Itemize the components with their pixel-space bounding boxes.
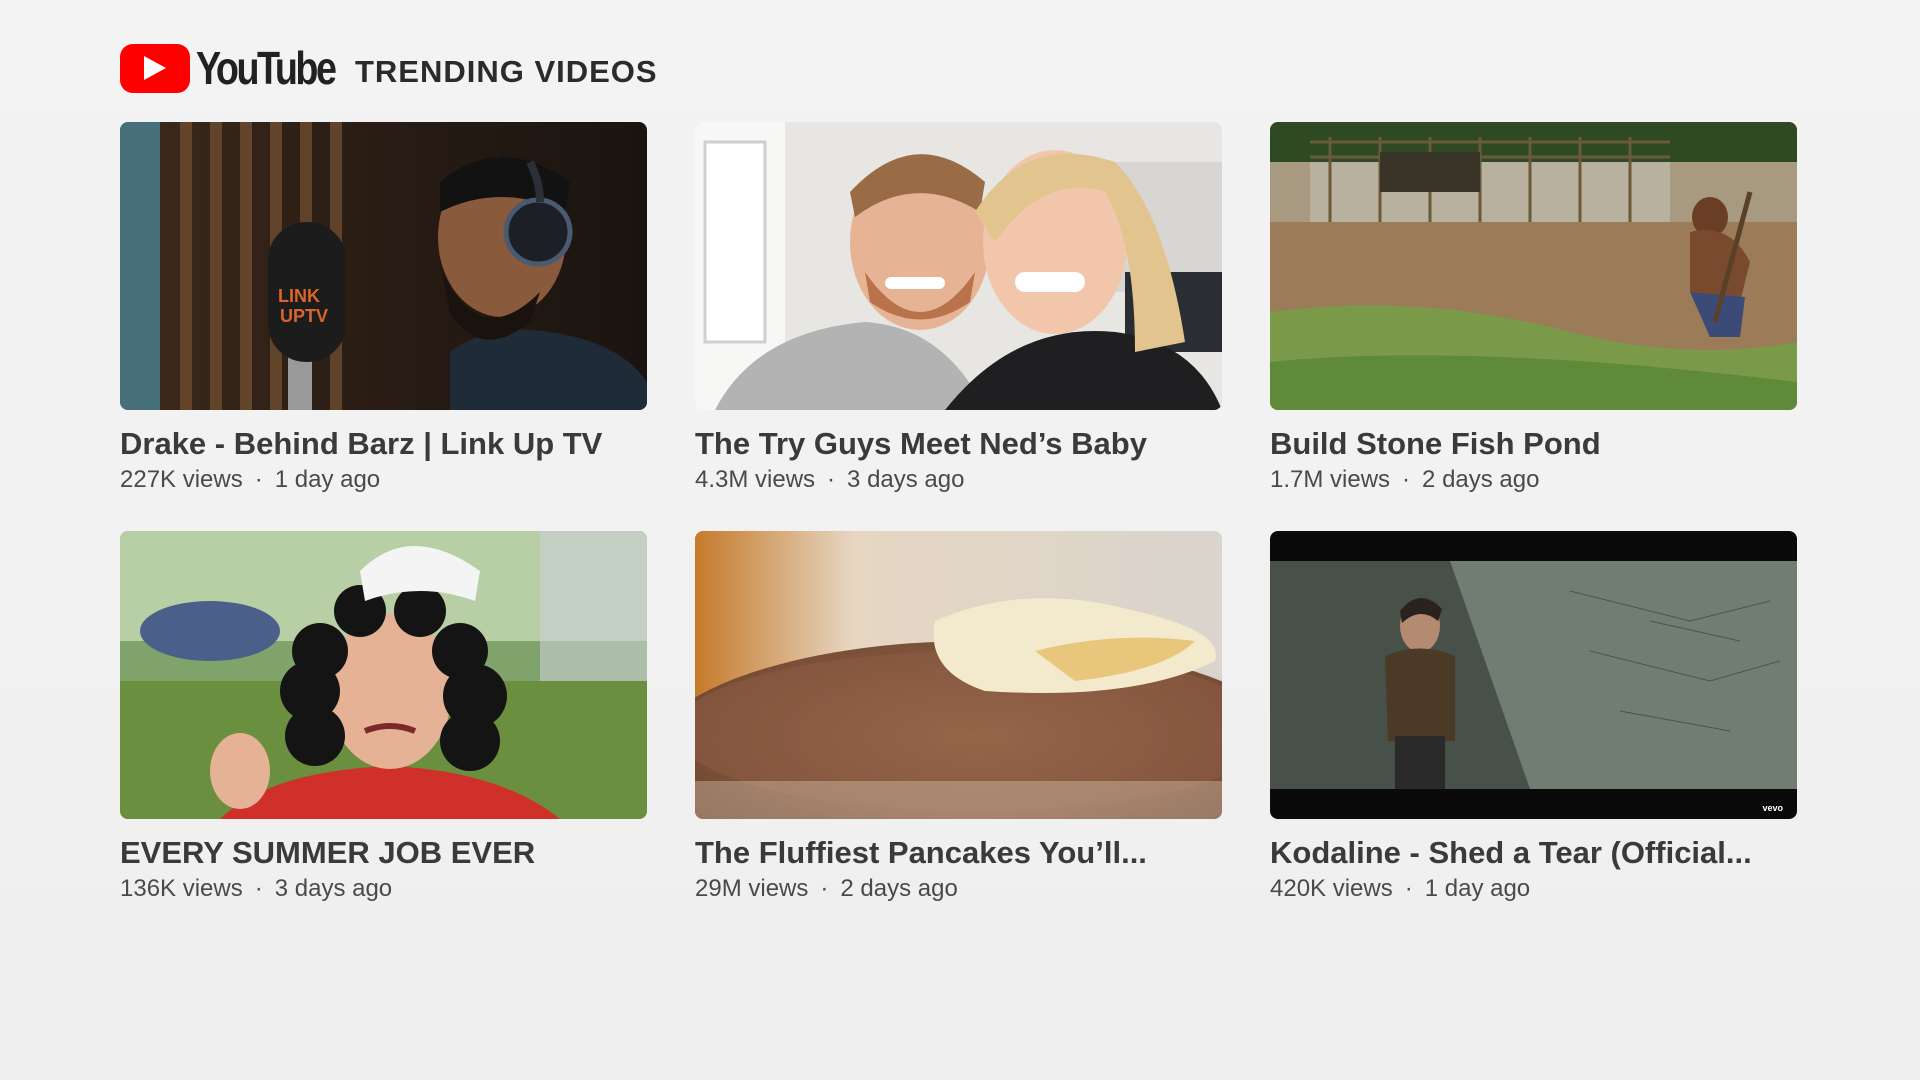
video-meta: 136K views · 3 days ago bbox=[120, 874, 647, 904]
upload-age: 1 day ago bbox=[1424, 875, 1531, 902]
video-meta: 29M views · 2 days ago bbox=[695, 874, 1222, 904]
video-title[interactable]: The Try Guys Meet Ned’s Baby bbox=[695, 425, 1222, 463]
youtube-logo[interactable]: YouTube bbox=[120, 42, 365, 94]
upload-age: 3 days ago bbox=[847, 466, 965, 493]
video-card[interactable]: LINK UPTV Drake - Behind Barz | Link Up … bbox=[120, 122, 647, 495]
svg-text:LINK: LINK bbox=[278, 286, 320, 306]
video-meta: 4.3M views · 3 days ago bbox=[695, 465, 1222, 495]
video-title[interactable]: EVERY SUMMER JOB EVER bbox=[120, 834, 647, 872]
video-title[interactable]: The Fluffiest Pancakes You’ll... bbox=[695, 834, 1222, 872]
video-grid: LINK UPTV Drake - Behind Barz | Link Up … bbox=[120, 122, 1797, 904]
video-card[interactable]: The Try Guys Meet Ned’s Baby 4.3M views ·… bbox=[695, 122, 1222, 495]
upload-age: 2 days ago bbox=[1422, 466, 1540, 493]
youtube-wordmark: YouTube bbox=[196, 42, 337, 94]
video-thumbnail[interactable] bbox=[695, 531, 1222, 819]
video-thumbnail[interactable] bbox=[1270, 122, 1797, 410]
view-count: 227K views bbox=[120, 466, 243, 493]
section-title: TRENDING VIDEOS bbox=[354, 54, 658, 89]
video-thumbnail[interactable]: vevo bbox=[1270, 531, 1797, 819]
meta-separator: · bbox=[1404, 875, 1413, 902]
view-count: 29M views bbox=[695, 875, 809, 902]
meta-separator: · bbox=[254, 466, 263, 493]
video-card[interactable]: vevo Kodaline - Shed a Tear (Official...… bbox=[1270, 531, 1797, 904]
view-count: 136K views bbox=[120, 875, 243, 902]
video-thumbnail[interactable] bbox=[695, 122, 1222, 410]
view-count: 1.7M views bbox=[1270, 466, 1391, 493]
video-title[interactable]: Drake - Behind Barz | Link Up TV bbox=[120, 425, 647, 463]
upload-age: 2 days ago bbox=[840, 875, 958, 902]
video-card[interactable]: Build Stone Fish Pond 1.7M views · 2 days … bbox=[1270, 122, 1797, 495]
video-meta: 1.7M views · 2 days ago bbox=[1270, 465, 1797, 495]
header: YouTube TRENDING VIDEOS bbox=[120, 40, 658, 96]
video-thumbnail[interactable] bbox=[120, 531, 647, 819]
video-title[interactable]: Kodaline - Shed a Tear (Official... bbox=[1270, 834, 1797, 872]
upload-age: 1 day ago bbox=[274, 466, 381, 493]
youtube-play-icon bbox=[120, 43, 190, 93]
vevo-watermark: vevo bbox=[1762, 803, 1783, 813]
video-card[interactable]: EVERY SUMMER JOB EVER 136K views · 3 days … bbox=[120, 531, 647, 904]
video-title[interactable]: Build Stone Fish Pond bbox=[1270, 425, 1797, 463]
meta-separator: · bbox=[820, 875, 829, 902]
upload-age: 3 days ago bbox=[274, 875, 393, 902]
video-meta: 227K views · 1 day ago bbox=[120, 465, 647, 495]
view-count: 4.3M views bbox=[695, 466, 816, 493]
meta-separator: · bbox=[827, 466, 836, 493]
video-thumbnail[interactable]: LINK UPTV bbox=[120, 122, 647, 410]
meta-separator: · bbox=[254, 875, 263, 902]
video-card[interactable]: The Fluffiest Pancakes You’ll... 29M vie… bbox=[695, 531, 1222, 904]
svg-text:UPTV: UPTV bbox=[280, 306, 328, 326]
meta-separator: · bbox=[1402, 466, 1411, 493]
view-count: 420K views bbox=[1270, 875, 1393, 902]
video-meta: 420K views · 1 day ago bbox=[1270, 874, 1797, 904]
